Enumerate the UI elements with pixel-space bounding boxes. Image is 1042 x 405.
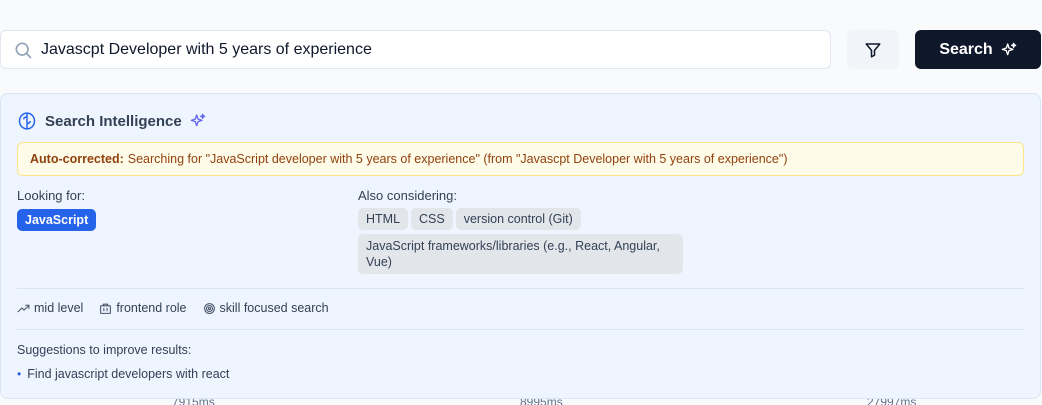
panel-title: Search Intelligence (45, 112, 182, 130)
search-icon (15, 42, 32, 59)
meta-role-label: frontend role (116, 301, 187, 315)
suggestion-item[interactable]: • Find javascript developers with react (17, 367, 229, 381)
bullet-icon: • (17, 367, 22, 381)
filter-button[interactable] (847, 30, 899, 69)
search-row: Search (0, 30, 1042, 70)
meta-search-type: skill focused search (203, 301, 329, 315)
autocorrect-label: Auto-corrected: (30, 152, 124, 166)
target-icon (203, 302, 215, 314)
bottom-timings: 7915ms 8995ms 27997ms (0, 399, 1042, 405)
meta-role: frontend role (99, 301, 187, 315)
timing-value: 8995ms (520, 399, 563, 405)
timing-value: 7915ms (172, 399, 215, 405)
meta-seniority: mid level (17, 301, 83, 315)
search-button[interactable]: Search (915, 30, 1041, 69)
suggestions-label: Suggestions to improve results: (17, 343, 192, 357)
divider (17, 329, 1024, 330)
suggestion-text: Find javascript developers with react (27, 367, 230, 381)
sparkles-icon (190, 113, 206, 127)
timing-value: 27997ms (867, 399, 916, 405)
search-box[interactable] (0, 30, 831, 69)
sparkles-icon (1001, 42, 1017, 55)
search-input[interactable] (41, 31, 811, 68)
building-icon (100, 303, 112, 314)
search-meta-row: mid level frontend role skill focused se… (17, 301, 329, 315)
skill-chip-css: CSS (411, 208, 453, 230)
autocorrect-text: Searching for "JavaScript developer with… (127, 152, 788, 166)
search-button-label: Search (939, 40, 993, 58)
skill-chip-javascript: JavaScript (17, 209, 97, 231)
skill-chip-html: HTML (358, 208, 409, 230)
panel-header: Search Intelligence (17, 110, 206, 132)
filter-icon (865, 42, 881, 57)
brain-icon (18, 112, 36, 130)
meta-seniority-label: mid level (34, 301, 84, 315)
divider (17, 288, 1024, 289)
looking-for-label: Looking for: (17, 188, 85, 203)
skill-chip-git: version control (Git) (455, 208, 581, 230)
also-considering-label: Also considering: (358, 188, 457, 203)
also-considering-chips: HTML CSS version control (Git) JavaScript … (358, 208, 698, 278)
looking-for-chips: JavaScript (17, 209, 97, 231)
skill-chip-frameworks: JavaScript frameworks/libraries (e.g., R… (358, 234, 683, 274)
autocorrect-notice: Auto-corrected: Searching for "JavaScrip… (17, 142, 1024, 176)
trending-up-icon (17, 304, 30, 312)
search-intelligence-panel: Search Intelligence Auto-corrected: Sear… (0, 93, 1041, 399)
meta-search-type-label: skill focused search (219, 301, 329, 315)
